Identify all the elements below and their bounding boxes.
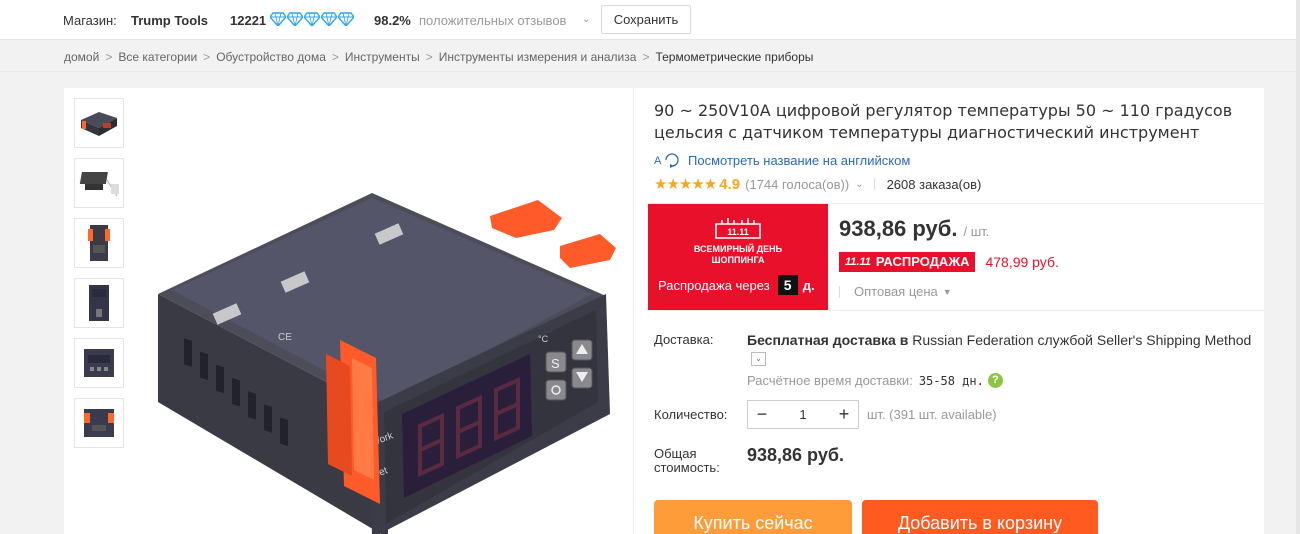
promo-title: ВСЕМИРНЫЙ ДЕНЬ ШОППИНГА: [648, 244, 828, 266]
price-unit: / шт.: [963, 224, 990, 239]
breadcrumb-link[interactable]: домой: [64, 50, 99, 64]
quantity-decrease-button[interactable]: −: [748, 401, 776, 428]
breadcrumb-separator: >: [425, 50, 433, 64]
diamond-icon: [321, 12, 337, 26]
store-label: Магазин:: [63, 13, 117, 28]
device-s-key: S: [551, 356, 560, 371]
save-store-button[interactable]: Сохранить: [601, 5, 691, 34]
sale-price: 478,99 руб.: [985, 254, 1059, 270]
diamond-icon: [287, 12, 303, 26]
help-icon[interactable]: ?: [987, 373, 1003, 388]
sale-badge-mark: 11.11: [845, 256, 871, 268]
translate-title-link[interactable]: A Посмотреть название на английском: [654, 152, 910, 168]
translate-title-text[interactable]: Посмотреть название на английском: [688, 153, 910, 168]
breadcrumb: домой > Все категории > Обустройство дома > Ин…: [0, 41, 1300, 72]
eta-days: 35-58 дн.: [918, 373, 984, 388]
translate-icon: A: [654, 153, 679, 168]
breadcrumb-link[interactable]: Инструменты: [345, 50, 420, 64]
promo-banner[interactable]: 11.11 ВСЕМИРНЫЙ ДЕНЬ ШОППИНГА Распродажа…: [648, 204, 828, 310]
divider: [648, 310, 1264, 311]
promo-countdown: Распродажа через 5 д.: [658, 275, 815, 295]
vertical-divider: [633, 88, 634, 534]
separator: [873, 178, 875, 190]
add-to-cart-button[interactable]: Добавить в корзину: [862, 500, 1098, 534]
orders-count: 2608 заказа(ов): [886, 176, 982, 192]
breadcrumb-link[interactable]: Инструменты измерения и анализа: [439, 50, 637, 64]
total-price: 938,86 руб.: [747, 445, 844, 465]
breadcrumb-link[interactable]: Все категории: [118, 50, 197, 64]
breadcrumb-separator: >: [105, 50, 113, 64]
shipping-method[interactable]: Бесплатная доставка в Russian Federation…: [747, 332, 1251, 348]
breadcrumb-separator: >: [331, 50, 339, 64]
product-title: 90 ~ 250V10A цифровой регулятор температ…: [654, 101, 1233, 142]
wholesale-price-toggle[interactable]: Оптовая цена ▼: [839, 284, 952, 299]
countdown-days-unit: д.: [802, 277, 815, 293]
delivery-eta: Расчётное время доставки: 35-58 дн. ?: [747, 373, 1003, 388]
countdown-days: 5: [777, 275, 798, 295]
breadcrumb-separator: >: [203, 50, 211, 64]
chevron-down-icon[interactable]: ⌄: [855, 179, 863, 190]
price-value: 938,86 руб.: [839, 216, 958, 241]
positive-feedback-percent: 98.2%: [374, 13, 411, 28]
diamond-icon: [338, 12, 354, 26]
thumbnail-4[interactable]: [74, 278, 124, 328]
total-label-line1: Общая: [654, 446, 697, 461]
store-score: 12221: [230, 13, 267, 28]
diamond-icon: [304, 12, 320, 26]
quantity-stepper: − 1 +: [747, 400, 859, 429]
svg-text:A: A: [654, 155, 662, 167]
wholesale-label[interactable]: Оптовая цена: [854, 284, 938, 299]
rating-value: 4.9: [719, 175, 741, 193]
star-rating-icons: ★★★★★: [654, 176, 717, 193]
quantity-available: шт. (391 шт. available): [867, 407, 997, 422]
separator: [839, 285, 840, 298]
product-card: S °C Work Set CE 90 ~ 250V10A цифровой р…: [64, 88, 1264, 534]
total-label: Общая стоимость:: [654, 447, 720, 475]
quantity-input[interactable]: 1: [776, 407, 830, 422]
sale-row: 11.11 РАСПРОДАЖА 478,99 руб.: [839, 252, 1059, 272]
eta-label: Расчётное время доставки:: [747, 373, 913, 388]
thumbnail-list: [74, 98, 124, 458]
svg-text:CE: CE: [278, 332, 292, 343]
device-degree-label: °C: [538, 334, 549, 344]
store-rank-diamonds: [270, 12, 354, 26]
quantity-increase-button[interactable]: +: [830, 401, 858, 428]
total-label-line2: стоимость:: [654, 460, 720, 475]
votes-count-link[interactable]: (1744 голоса(ов)): [745, 177, 849, 192]
thumbnail-2[interactable]: [74, 158, 124, 208]
thumbnail-3[interactable]: [74, 218, 124, 268]
breadcrumb-link[interactable]: Обустройство дома: [216, 50, 326, 64]
store-name-link[interactable]: Trump Tools: [131, 13, 208, 28]
caret-down-icon[interactable]: ▼: [943, 287, 952, 297]
store-bar: Магазин: Trump Tools 12221 98.2% положит…: [0, 0, 1300, 40]
sale-badge: 11.11 РАСПРОДАЖА: [839, 252, 976, 272]
quantity-label: Количество:: [654, 407, 728, 422]
promo-title-line2: ШОППИНГА: [711, 255, 765, 265]
thumbnail-1[interactable]: [74, 98, 124, 148]
singles-day-logo-icon: 11.11: [715, 218, 761, 239]
shipping-dropdown-chevron-icon[interactable]: ⌄: [751, 352, 766, 366]
buy-now-button[interactable]: Купить сейчас: [654, 500, 852, 534]
breadcrumb-current: Термометрические приборы: [655, 50, 814, 64]
promo-logo-text: 11.11: [727, 227, 749, 237]
thumbnail-6[interactable]: [74, 398, 124, 448]
countdown-label: Распродажа через: [658, 277, 770, 293]
price-block: 938,86 руб. / шт.: [839, 216, 989, 242]
sale-badge-label: РАСПРОДАЖА: [875, 254, 970, 269]
promo-title-line1: ВСЕМИРНЫЙ ДЕНЬ: [693, 244, 783, 254]
breadcrumb-separator: >: [642, 50, 650, 64]
shipping-free-text: Бесплатная доставка в: [747, 332, 909, 348]
diamond-icon: [270, 12, 286, 26]
page-scrollbar[interactable]: [1296, 0, 1300, 534]
shipping-method-text[interactable]: Russian Federation службой Seller's Ship…: [908, 332, 1251, 348]
chevron-down-icon[interactable]: ⌄: [582, 14, 590, 25]
shipping-label: Доставка:: [654, 332, 714, 347]
rating-row: ★★★★★ 4.9 (1744 голоса(ов)) ⌄ 2608 заказ…: [654, 175, 982, 194]
feedback-dropdown-label[interactable]: положительных отзывов: [419, 13, 566, 28]
thumbnail-5[interactable]: [74, 338, 124, 388]
product-main-image[interactable]: S °C Work Set CE: [140, 96, 634, 534]
